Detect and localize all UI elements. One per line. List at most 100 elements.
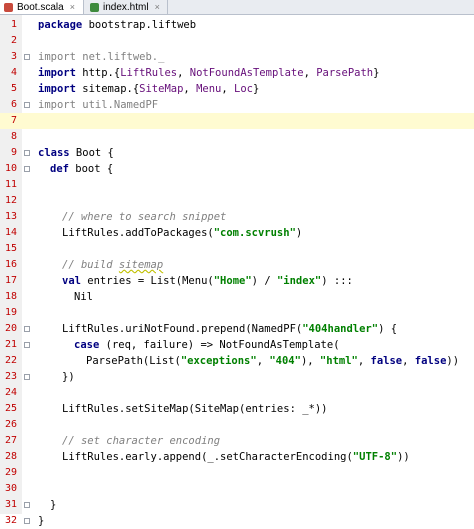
fold-toggle-icon[interactable] [24,342,30,348]
code-token: http.{ [75,67,121,79]
code-text: import util.NamedPF [38,97,158,113]
code-line: 29 [0,465,474,481]
code-line: 6 import util.NamedPF [0,97,474,113]
keyword: false [370,355,403,367]
line-number: 17 [4,275,17,286]
tab-index-html[interactable]: index.html × [86,0,168,14]
comment-typo: sitemap [118,259,164,271]
code-token: (req, failure) => NotFoundAsTemplate( [99,339,340,351]
fold-toggle-icon[interactable] [24,502,30,508]
type-name: SiteMap [139,83,184,95]
code-line: 22 ParsePath(List("exceptions", "404"), "… [0,353,474,369]
code-token: net.liftweb._ [75,51,165,63]
type-name: Loc [234,83,253,95]
code-line: 19 [0,305,474,321]
line-number: 6 [10,99,17,110]
code-token: ) ::: [321,275,353,287]
line-number: 8 [10,131,17,142]
line-number: 13 [4,211,17,222]
code-text: // set character encoding [62,433,220,449]
fold-toggle-icon[interactable] [24,54,30,60]
string-literal: "html" [319,355,358,367]
fold-toggle-icon[interactable] [24,102,30,108]
code-line: 27 // set character encoding [0,433,474,449]
code-text: ParsePath(List("exceptions", "404"), "ht… [86,353,459,369]
code-line: 30 [0,481,474,497]
code-line: 24 [0,385,474,401]
fold-toggle-icon[interactable] [24,166,30,172]
code-text: } [50,497,56,513]
comment: // set character encoding [62,435,221,447]
code-token: , [402,355,415,367]
code-token: } [253,83,260,95]
code-line: 1 package bootstrap.liftweb [0,17,474,33]
code-text: val entries = List(Menu("Home") / "index… [62,273,353,289]
line-number: 30 [4,483,17,494]
code-token: ), [300,355,320,367]
keyword: val [62,275,81,287]
line-number: 22 [4,355,17,366]
editor-tab-bar: Boot.scala × index.html × [0,0,474,15]
code-token: boot { [68,163,114,175]
line-number: 7 [10,115,17,126]
code-line: 23}) [0,369,474,385]
keyword: import [38,67,76,79]
keyword: false [414,355,447,367]
code-text: import sitemap.{SiteMap, Menu, Loc} [38,81,259,97]
code-text: import net.liftweb._ [38,49,164,65]
code-token: ) { [378,323,398,335]
code-token: , [357,355,371,367]
code-token: , [303,67,317,79]
code-text: // where to search snippet [62,209,226,225]
type-name: ParsePath [316,67,374,79]
code-token: LiftRules.setSiteMap(SiteMap(entries: _*… [62,403,328,415]
code-token: Nil [74,291,93,303]
code-editor[interactable]: 1 package bootstrap.liftweb 2 3 import net… [0,15,474,527]
code-line: 25 LiftRules.setSiteMap(SiteMap(entries: … [0,401,474,417]
current-line: 7 [0,113,474,129]
tab-boot-scala[interactable]: Boot.scala × [0,0,84,14]
code-token: util.NamedPF [75,99,159,111]
code-line: 26 [0,417,474,433]
line-number: 23 [4,371,17,382]
code-line: 10 def boot { [0,161,474,177]
fold-toggle-icon[interactable] [24,518,30,524]
code-text: LiftRules.early.append(_.setCharacterEnc… [62,449,410,465]
code-line: 4 import http.{LiftRules, NotFoundAsTempl… [0,65,474,81]
type-name: NotFoundAsTemplate [189,67,304,79]
code-line: 8 [0,129,474,145]
keyword: case [74,339,100,351]
line-number: 10 [4,163,17,174]
code-line: 13 // where to search snippet [0,209,474,225]
code-line: 9 class Boot { [0,145,474,161]
fold-toggle-icon[interactable] [24,150,30,156]
code-line: 16 // build sitemap [0,257,474,273]
line-number: 16 [4,259,17,270]
type-name: Menu [196,83,222,95]
code-token: )) [397,451,410,463]
line-number: 19 [4,307,17,318]
code-line: 5 import sitemap.{SiteMap, Menu, Loc} [0,81,474,97]
comment: // where to search snippet [62,211,227,223]
line-number: 1 [10,19,17,30]
keyword: package [38,19,83,31]
code-text: LiftRules.setSiteMap(SiteMap(entries: _*… [62,401,328,417]
string-literal: "exceptions" [180,355,257,367]
fold-toggle-icon[interactable] [24,326,30,332]
code-text: case (req, failure) => NotFoundAsTemplat… [74,337,340,353]
code-text: LiftRules.addToPackages("com.scvrush") [62,225,302,241]
line-number: 3 [10,51,17,62]
scala-file-icon [4,2,13,12]
fold-toggle-icon[interactable] [24,374,30,380]
line-number: 21 [4,339,17,350]
close-tab-icon[interactable]: × [155,2,160,12]
close-tab-icon[interactable]: × [70,2,75,12]
line-number: 25 [4,403,17,414]
code-token: , [177,67,190,79]
keyword: import [38,51,76,63]
line-number: 5 [10,83,17,94]
code-text: LiftRules.uriNotFound.prepend(NamedPF("4… [62,321,397,337]
code-line: 14 LiftRules.addToPackages("com.scvrush") [0,225,474,241]
tab-label: index.html [103,1,149,13]
line-number: 28 [4,451,17,462]
